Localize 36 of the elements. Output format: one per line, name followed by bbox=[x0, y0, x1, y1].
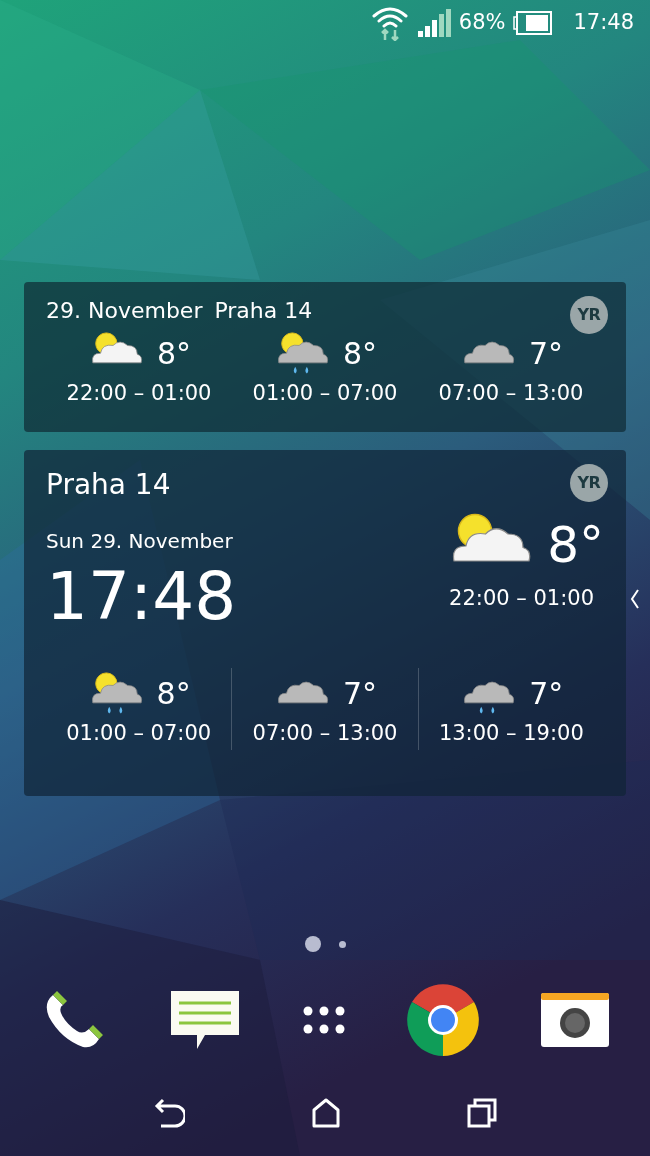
browser-icon[interactable] bbox=[407, 984, 479, 1056]
back-icon[interactable] bbox=[153, 1098, 185, 1128]
home-icon[interactable] bbox=[311, 1098, 341, 1128]
signal-icon bbox=[416, 8, 451, 37]
temperature: 7° bbox=[528, 334, 564, 373]
temperature: 8° bbox=[547, 515, 604, 576]
battery-percent: 68% bbox=[458, 8, 506, 36]
chevron-left-icon[interactable] bbox=[630, 588, 640, 610]
temperature: 7° bbox=[342, 674, 378, 713]
app-drawer-icon[interactable] bbox=[303, 1006, 345, 1034]
time-range: 22:00 – 01:00 bbox=[449, 585, 594, 612]
temperature: 8° bbox=[156, 674, 191, 713]
camera-icon[interactable] bbox=[541, 993, 609, 1047]
temperature: 8° bbox=[342, 334, 378, 373]
recents-icon[interactable] bbox=[467, 1098, 497, 1128]
temperature: 7° bbox=[529, 674, 564, 713]
weather-widget[interactable]: Praha 14 YR Sun 29. November 17:48 8° 22:00 – 01:00 8° 01:00 – 07:00 7° 07:00 – 13:00 7° 13:00 – 19:00 bbox=[24, 450, 626, 796]
logo-badge: YR bbox=[570, 296, 608, 334]
time-range: 01:00 – 07:00 bbox=[252, 380, 398, 407]
time-range: 01:00 – 07:00 bbox=[66, 720, 212, 747]
status-time: 17:48 bbox=[573, 8, 634, 36]
widget-location: Praha 14 bbox=[46, 467, 171, 503]
time-range: 13:00 – 19:00 bbox=[438, 720, 584, 747]
wifi-icon bbox=[370, 4, 409, 41]
widget-clock: 17:48 bbox=[46, 564, 237, 630]
temperature: 8° bbox=[156, 334, 192, 373]
message-icon[interactable] bbox=[169, 989, 241, 1051]
time-range: 22:00 – 01:00 bbox=[66, 380, 212, 407]
battery-icon bbox=[513, 10, 554, 35]
widget-date: 29. November bbox=[46, 297, 203, 325]
widget-date: Sun 29. November bbox=[46, 528, 234, 555]
logo-badge: YR bbox=[570, 464, 608, 502]
time-range: 07:00 – 13:00 bbox=[438, 380, 584, 407]
time-range: 07:00 – 13:00 bbox=[252, 720, 398, 747]
forecast-widget[interactable]: 29. November Praha 14 YR 8° 22:00 – 01:00 8° 01:00 – 07:00 7° 07:00 – 13:00 bbox=[24, 282, 626, 432]
widget-location: Praha 14 bbox=[214, 297, 313, 325]
